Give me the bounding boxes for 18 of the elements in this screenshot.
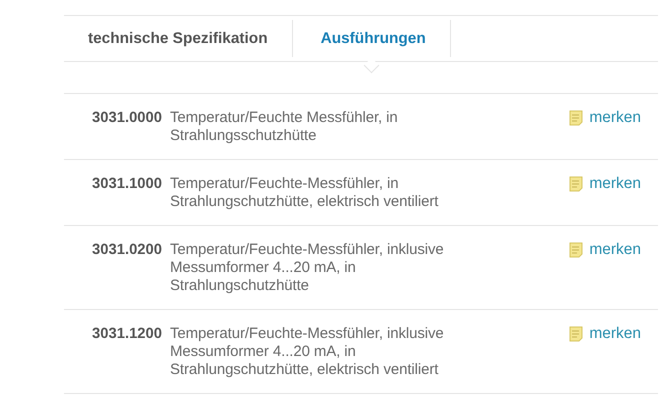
note-icon [569,110,584,126]
bookmark-link[interactable]: merken [569,241,641,259]
note-icon [569,176,584,192]
article-number: 3031.1000 [91,175,163,193]
note-icon [569,242,584,258]
bookmark-link[interactable]: merken [569,109,641,127]
article-description: Temperatur/Feuchte-Messfühler, in Strahlungschutzhütte, elektrisch ventiliert [170,175,440,211]
tab[interactable]: Ausführungen [292,20,451,57]
article-description: Temperatur/Feuchte-Messfühler, inklusive Messumformer 4...20 mA, in Strahlungschutzhütte, elektrisch ventiliert [170,325,445,379]
article-description: Temperatur/Feuchte-Messfühler, inklusive Messumformer 4...20 mA, in Strahlungschutzhütte [170,241,445,295]
article-number: 3031.0200 [91,241,163,259]
bookmark-link[interactable]: merken [569,175,641,193]
article-description: Temperatur/Feuchte Messfühler, in Strahlungsschutzhütte [170,109,399,145]
tab[interactable]: technische Spezifikation [64,20,293,57]
note-icon [569,326,584,342]
article-number: 3031.0000 [91,109,163,127]
article-number: 3031.1200 [91,325,163,343]
bookmark-link[interactable]: merken [569,325,641,343]
